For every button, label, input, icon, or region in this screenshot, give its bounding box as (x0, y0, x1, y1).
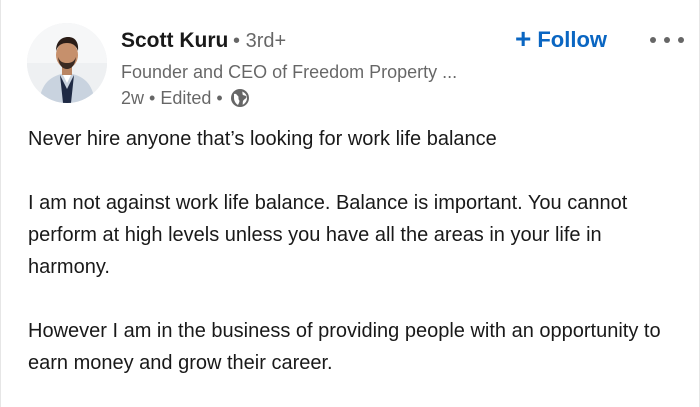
post-meta: 2w • Edited • (121, 87, 250, 109)
post-time: 2w (121, 87, 145, 108)
post-paragraph: I am not against work life balance. Bala… (28, 192, 628, 278)
avatar[interactable] (27, 23, 107, 103)
meta-separator: • (149, 87, 156, 108)
follow-button[interactable]: + Follow (509, 22, 613, 58)
meta-separator: • (216, 87, 223, 108)
profile-photo (27, 23, 107, 103)
feed-post: Scott Kuru • 3rd+ Founder and CEO of Fre… (0, 0, 700, 407)
connection-degree: • 3rd+ (233, 30, 286, 53)
edited-label: Edited (160, 87, 212, 108)
post-paragraph: Never hire anyone that’s looking for wor… (28, 128, 497, 150)
degree-separator: • (233, 30, 241, 52)
ellipsis-icon (650, 37, 684, 43)
more-options-button[interactable] (645, 26, 689, 54)
post-text: Never hire anyone that’s looking for wor… (28, 123, 678, 379)
globe-icon (230, 88, 250, 108)
plus-icon: + (515, 22, 532, 54)
actor-name[interactable]: Scott Kuru (121, 29, 228, 53)
follow-label: Follow (537, 27, 608, 52)
degree-label: 3rd+ (245, 30, 287, 52)
actor-headline: Founder and CEO of Freedom Property ... (121, 62, 458, 82)
post-paragraph: However I am in the business of providin… (28, 320, 661, 374)
